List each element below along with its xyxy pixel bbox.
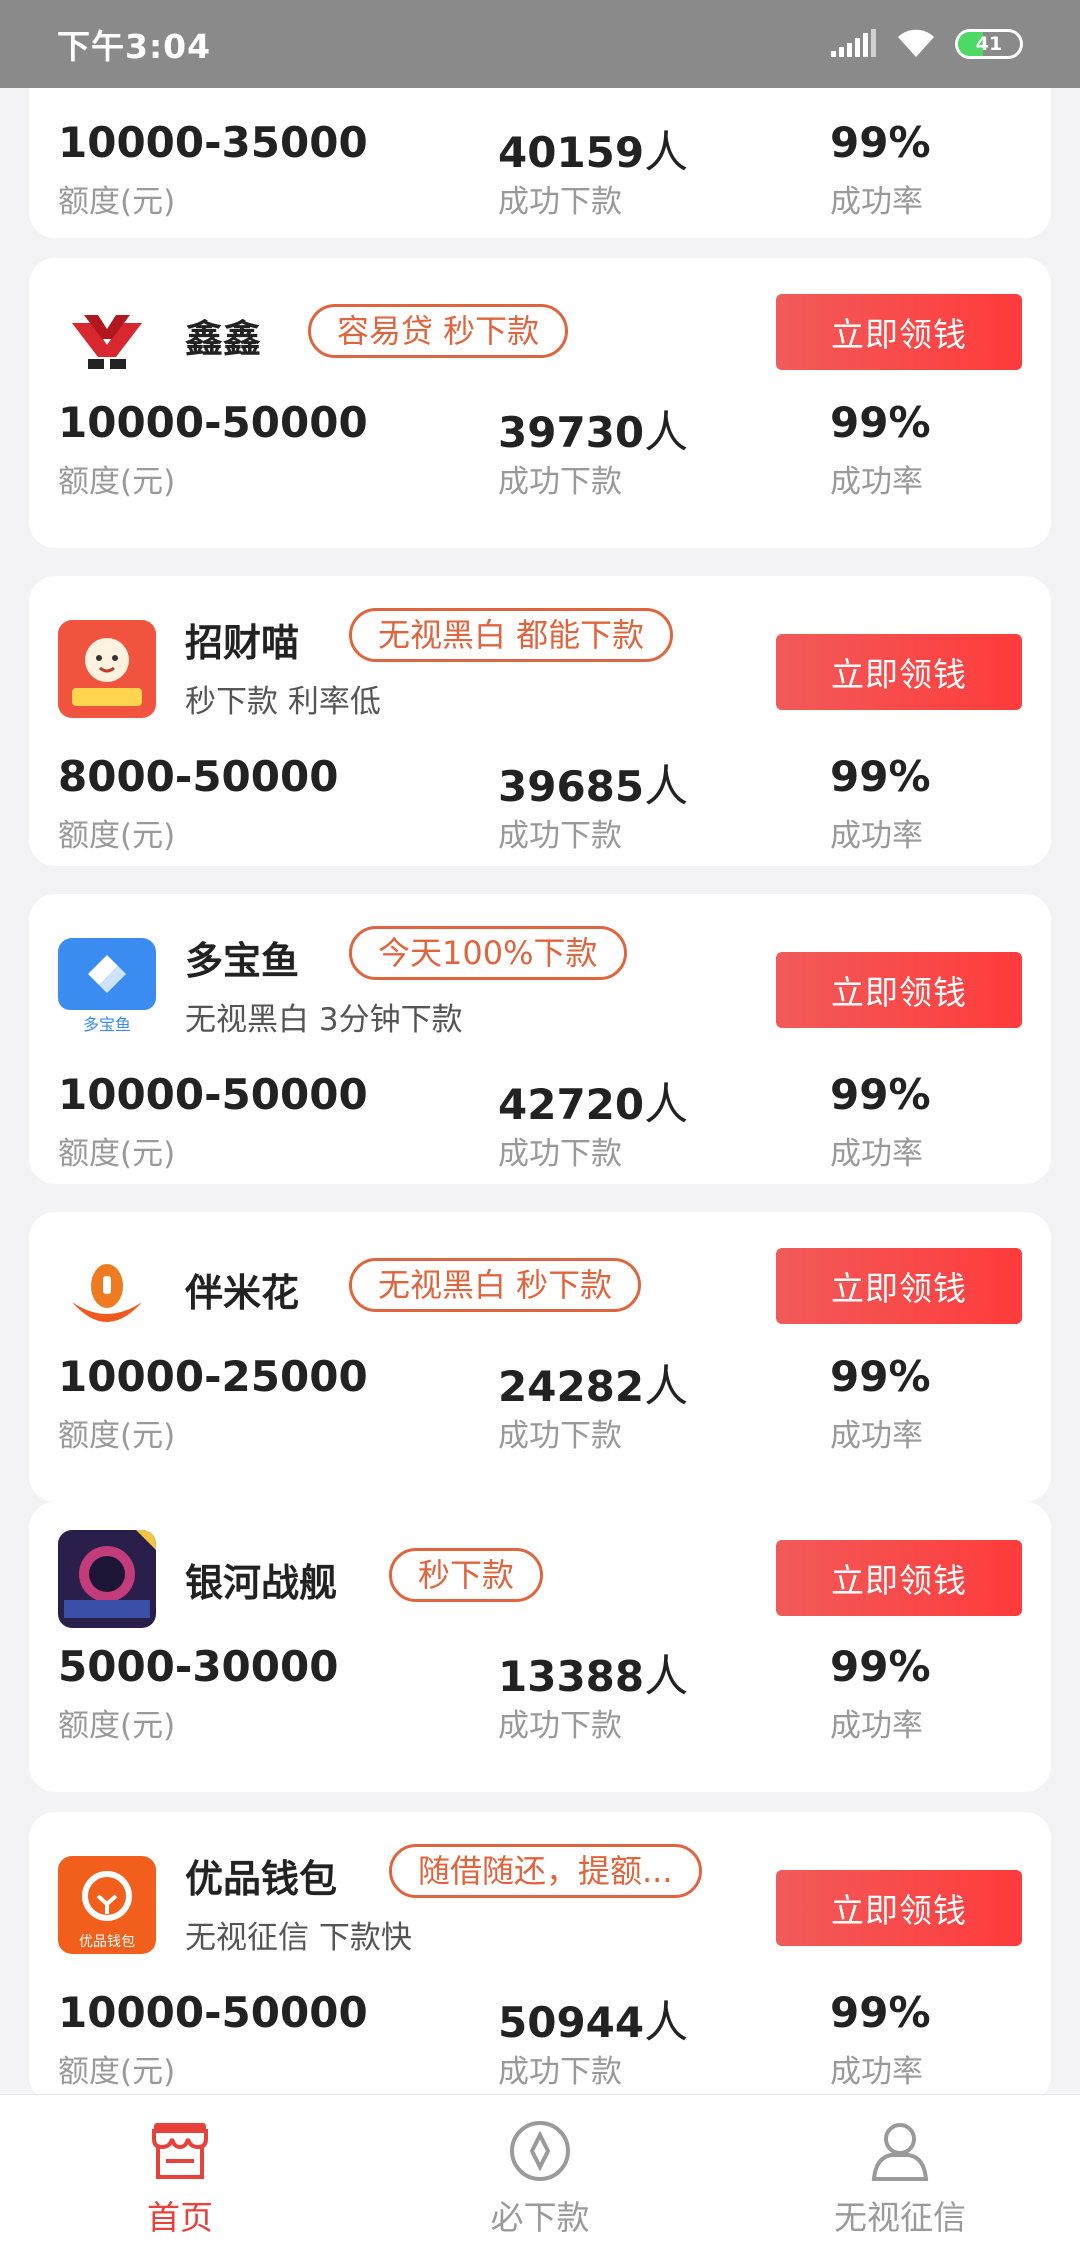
duobaoyu-logo-text: 多宝鱼	[83, 1015, 131, 1034]
get-money-button[interactable]: 立即领钱	[776, 952, 1022, 1028]
product-subtitle: 无视黑白 3分钟下款	[185, 1002, 463, 1038]
product-name: 招财喵	[185, 621, 300, 665]
bottom-tab-bar: 首页 必下款 无视征信	[0, 2094, 1080, 2248]
success-count-label: 成功下款	[498, 464, 622, 500]
product-tag: 随借随还，提额...	[389, 1844, 702, 1898]
product-tag: 容易贷 秒下款	[308, 304, 569, 358]
status-bar: 下午3:04 41	[0, 0, 1080, 88]
product-name: 伴米花	[185, 1271, 300, 1315]
amount-range: 10000-35000	[58, 118, 368, 167]
amount-label: 额度(元)	[58, 1708, 176, 1744]
signal-icon	[831, 29, 876, 57]
amount-label: 额度(元)	[58, 818, 176, 854]
success-count: 40159人	[498, 127, 689, 178]
success-rate: 99%	[830, 118, 931, 167]
amount-label: 额度(元)	[58, 2054, 176, 2090]
loan-card[interactable]: 10000-35000 额度(元) 40159人 成功下款 99% 成功率	[29, 88, 1051, 238]
success-rate: 99%	[830, 1352, 931, 1401]
get-money-button[interactable]: 立即领钱	[776, 1540, 1022, 1616]
success-count-label: 成功下款	[498, 184, 622, 220]
success-count-label: 成功下款	[498, 818, 622, 854]
amount-label: 额度(元)	[58, 1136, 176, 1172]
amount-range: 5000-30000	[58, 1642, 339, 1691]
status-time: 下午3:04	[57, 27, 212, 66]
success-rate-label: 成功率	[830, 1418, 923, 1454]
compass-icon	[510, 2121, 570, 2181]
success-rate: 99%	[830, 1988, 931, 2037]
battery-icon: 41	[955, 29, 1023, 59]
product-tag: 秒下款	[389, 1548, 544, 1602]
success-rate-label: 成功率	[830, 818, 923, 854]
battery-level: 41	[975, 33, 1003, 55]
amount-label: 额度(元)	[58, 184, 176, 220]
get-money-button[interactable]: 立即领钱	[776, 634, 1022, 710]
success-count: 39685人	[498, 761, 689, 812]
product-tag: 无视黑白 都能下款	[349, 608, 674, 662]
status-icons: 41	[831, 29, 1023, 59]
get-money-button[interactable]: 立即领钱	[776, 1870, 1022, 1946]
product-subtitle: 无视征信 下款快	[185, 1920, 412, 1956]
tab-home[interactable]: 首页	[0, 2095, 360, 2248]
xinxin-logo	[58, 287, 156, 385]
loan-card[interactable]: 招财喵 无视黑白 都能下款 秒下款 利率低 立即领钱 8000-50000 额度…	[29, 576, 1051, 866]
product-subtitle: 秒下款 利率低	[185, 684, 381, 720]
success-count: 13388人	[498, 1651, 689, 1702]
success-rate: 99%	[830, 1642, 931, 1691]
loan-card[interactable]: 鑫鑫 容易贷 秒下款 立即领钱 10000-50000 额度(元) 39730人…	[29, 258, 1051, 548]
success-count-label: 成功下款	[498, 1418, 622, 1454]
duobaoyu-logo: 多宝鱼	[58, 938, 156, 1036]
success-count: 39730人	[498, 407, 689, 458]
success-count: 24282人	[498, 1361, 689, 1412]
success-count-label: 成功下款	[498, 2054, 622, 2090]
get-money-button[interactable]: 立即领钱	[776, 1248, 1022, 1324]
loan-card[interactable]: 多宝鱼 多宝鱼 今天100%下款 无视黑白 3分钟下款 立即领钱 10000-5…	[29, 894, 1051, 1184]
success-rate-label: 成功率	[830, 464, 923, 500]
banmihua-logo	[58, 1246, 156, 1344]
tab-must-lend[interactable]: 必下款	[360, 2095, 720, 2248]
product-name: 鑫鑫	[185, 317, 262, 361]
product-name: 多宝鱼	[185, 939, 300, 983]
amount-range: 10000-50000	[58, 1070, 368, 1119]
success-rate-label: 成功率	[830, 2054, 923, 2090]
youpinqianbao-logo: 优品钱包	[58, 1856, 156, 1954]
zhaocaimiao-logo	[58, 620, 156, 718]
product-name: 银河战舰	[185, 1561, 338, 1605]
user-icon	[871, 2123, 929, 2181]
loan-list[interactable]: 10000-35000 额度(元) 40159人 成功下款 99% 成功率 鑫鑫…	[0, 88, 1080, 2094]
product-name: 优品钱包	[185, 1857, 338, 1901]
amount-range: 8000-50000	[58, 752, 339, 801]
success-count: 42720人	[498, 1079, 689, 1130]
success-rate: 99%	[830, 398, 931, 447]
success-count-label: 成功下款	[498, 1136, 622, 1172]
product-tag: 无视黑白 秒下款	[349, 1258, 642, 1312]
shop-icon	[152, 2123, 208, 2179]
youpinqianbao-logo-text: 优品钱包	[79, 1934, 135, 1950]
success-rate-label: 成功率	[830, 184, 923, 220]
wifi-icon	[898, 29, 934, 57]
amount-range: 10000-50000	[58, 1988, 368, 2037]
success-rate: 99%	[830, 752, 931, 801]
amount-label: 额度(元)	[58, 464, 176, 500]
success-count: 50944人	[498, 1997, 689, 2048]
tab-label: 无视征信	[834, 2198, 966, 2237]
loan-card[interactable]: 伴米花 无视黑白 秒下款 立即领钱 10000-25000 额度(元) 2428…	[29, 1212, 1051, 1502]
amount-range: 10000-25000	[58, 1352, 368, 1401]
tab-label: 首页	[147, 2198, 213, 2237]
success-count-label: 成功下款	[498, 1708, 622, 1744]
product-tag: 今天100%下款	[349, 926, 627, 980]
loan-card[interactable]: 银河战舰 秒下款 立即领钱 5000-30000 额度(元) 13388人 成功…	[29, 1502, 1051, 1792]
success-rate-label: 成功率	[830, 1708, 923, 1744]
amount-range: 10000-50000	[58, 398, 368, 447]
yinhezhanjian-logo	[58, 1530, 156, 1628]
success-rate: 99%	[830, 1070, 931, 1119]
tab-label: 必下款	[490, 2198, 590, 2237]
amount-label: 额度(元)	[58, 1418, 176, 1454]
success-rate-label: 成功率	[830, 1136, 923, 1172]
tab-no-credit-check[interactable]: 无视征信	[720, 2095, 1080, 2248]
loan-card[interactable]: 优品钱包 优品钱包 随借随还，提额... 无视征信 下款快 立即领钱 10000…	[29, 1812, 1051, 2094]
get-money-button[interactable]: 立即领钱	[776, 294, 1022, 370]
